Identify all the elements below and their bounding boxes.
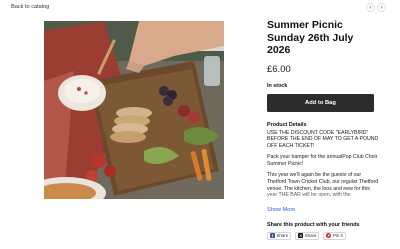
show-more-link[interactable]: Show More (267, 207, 379, 213)
back-to-catalog-link[interactable]: Back to catalog (11, 4, 49, 10)
share-heading: Share this product with your friends (267, 221, 360, 228)
product-info: Summer Picnic Sunday 26th July 2026 £6.0… (267, 19, 379, 240)
description-paragraph: Pack your hamper for the annualPop Club … (267, 154, 378, 167)
share-label: Pin it (332, 233, 343, 238)
pinterest-share-button[interactable]: P Pin it (323, 231, 346, 240)
facebook-share-button[interactable]: f Share (267, 231, 292, 240)
x-share-button[interactable]: X Share (295, 231, 320, 240)
description-fade (267, 189, 379, 206)
product-title: Summer Picnic Sunday 26th July 2026 (267, 19, 354, 56)
pinterest-icon: P (326, 233, 332, 238)
picnic-photo-icon (44, 21, 224, 199)
stock-status: In stock (267, 82, 288, 89)
share-buttons: f Share X Share P Pin it (267, 231, 379, 240)
x-icon: X (298, 233, 304, 238)
share-label: Share (304, 233, 317, 238)
product-pager: ‹ › (366, 3, 386, 12)
share-label: Share (276, 233, 289, 238)
product-description: USE THE DISCOUNT CODE "EARLYBIRD" BEFORE… (267, 130, 379, 206)
facebook-icon: f (270, 233, 275, 238)
add-to-bag-button[interactable]: Add to Bag (267, 93, 374, 112)
next-product-button[interactable]: › (377, 3, 386, 12)
chevron-left-icon: ‹ (369, 4, 372, 11)
product-page: Back to catalog ‹ › Summer Picnic Sunday… (0, 0, 400, 249)
chevron-right-icon: › (380, 4, 383, 11)
product-details-heading: Product Details (267, 121, 307, 128)
product-image[interactable] (44, 21, 224, 199)
description-paragraph: USE THE DISCOUNT CODE "EARLYBIRD" BEFORE… (267, 129, 379, 149)
previous-product-button[interactable]: ‹ (366, 3, 375, 12)
product-price: £6.00 (267, 63, 291, 75)
